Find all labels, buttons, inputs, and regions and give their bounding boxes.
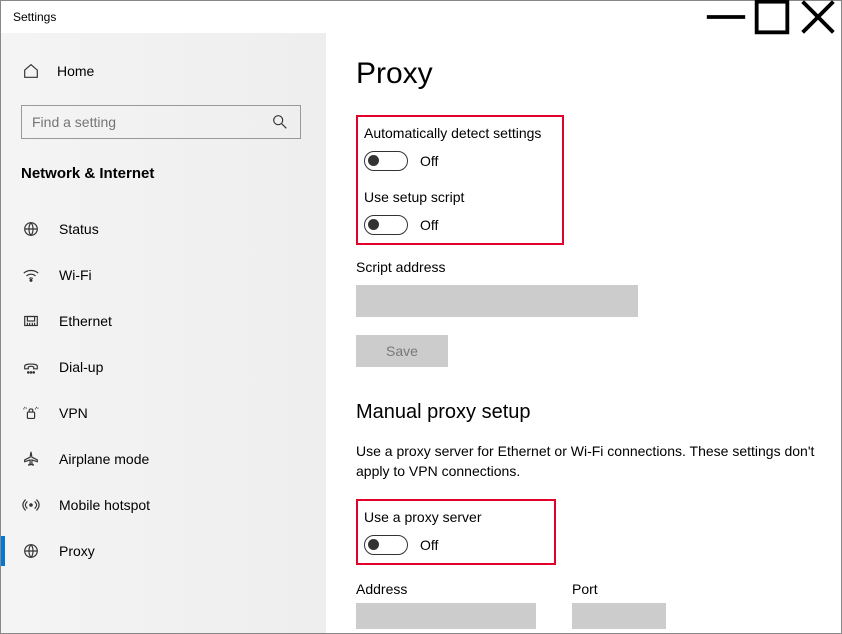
sidebar-item-label: Ethernet — [59, 313, 112, 329]
use-proxy-toggle[interactable] — [364, 535, 408, 555]
home-icon — [21, 61, 41, 81]
page-title: Proxy — [356, 57, 811, 91]
sidebar-item-ethernet[interactable]: Ethernet — [1, 298, 326, 344]
airplane-icon — [21, 449, 41, 469]
sidebar-item-proxy[interactable]: Proxy — [1, 528, 326, 574]
wifi-icon — [21, 265, 41, 285]
setup-script-toggle[interactable] — [364, 215, 408, 235]
proxy-icon — [21, 541, 41, 561]
search-icon — [270, 112, 290, 132]
use-proxy-label: Use a proxy server — [364, 509, 544, 525]
window-title: Settings — [1, 10, 703, 24]
search-field[interactable] — [32, 114, 270, 130]
sidebar-item-vpn[interactable]: VPN — [1, 390, 326, 436]
highlight-box-auto: Automatically detect settings Off Use se… — [356, 115, 564, 245]
auto-detect-state: Off — [420, 153, 438, 169]
port-label: Port — [572, 581, 666, 597]
ethernet-icon — [21, 311, 41, 331]
address-input — [356, 603, 536, 629]
hotspot-icon — [21, 495, 41, 515]
use-proxy-state: Off — [420, 537, 438, 553]
dialup-icon — [21, 357, 41, 377]
titlebar: Settings — [1, 1, 841, 33]
sidebar: Home Network & Internet Status Wi-Fi — [1, 33, 326, 633]
home-label: Home — [57, 63, 94, 79]
sidebar-item-dialup[interactable]: Dial-up — [1, 344, 326, 390]
home-nav[interactable]: Home — [1, 53, 326, 89]
status-icon — [21, 219, 41, 239]
sidebar-item-label: VPN — [59, 405, 88, 421]
sidebar-item-label: Mobile hotspot — [59, 497, 150, 513]
highlight-box-proxy: Use a proxy server Off — [356, 499, 556, 565]
setup-script-label: Use setup script — [364, 189, 552, 205]
sidebar-item-status[interactable]: Status — [1, 206, 326, 252]
minimize-button[interactable] — [703, 1, 749, 33]
sidebar-item-label: Airplane mode — [59, 451, 149, 467]
sidebar-item-label: Status — [59, 221, 99, 237]
sidebar-item-airplane[interactable]: Airplane mode — [1, 436, 326, 482]
maximize-button[interactable] — [749, 1, 795, 33]
sidebar-item-label: Wi-Fi — [59, 267, 92, 283]
script-address-label: Script address — [356, 259, 811, 275]
sidebar-item-hotspot[interactable]: Mobile hotspot — [1, 482, 326, 528]
save-button: Save — [356, 335, 448, 367]
address-label: Address — [356, 581, 536, 597]
manual-heading: Manual proxy setup — [356, 401, 811, 424]
section-heading: Network & Internet — [1, 159, 326, 206]
main-content: Proxy Automatically detect settings Off … — [326, 33, 841, 633]
close-button[interactable] — [795, 1, 841, 33]
search-input[interactable] — [21, 105, 301, 139]
auto-detect-toggle[interactable] — [364, 151, 408, 171]
auto-detect-label: Automatically detect settings — [364, 125, 552, 141]
sidebar-item-label: Dial-up — [59, 359, 103, 375]
sidebar-item-label: Proxy — [59, 543, 95, 559]
script-address-input — [356, 285, 638, 317]
manual-description: Use a proxy server for Ethernet or Wi-Fi… — [356, 442, 826, 481]
sidebar-item-wifi[interactable]: Wi-Fi — [1, 252, 326, 298]
port-input — [572, 603, 666, 629]
window-controls — [703, 1, 841, 33]
vpn-icon — [21, 403, 41, 423]
setup-script-state: Off — [420, 217, 438, 233]
